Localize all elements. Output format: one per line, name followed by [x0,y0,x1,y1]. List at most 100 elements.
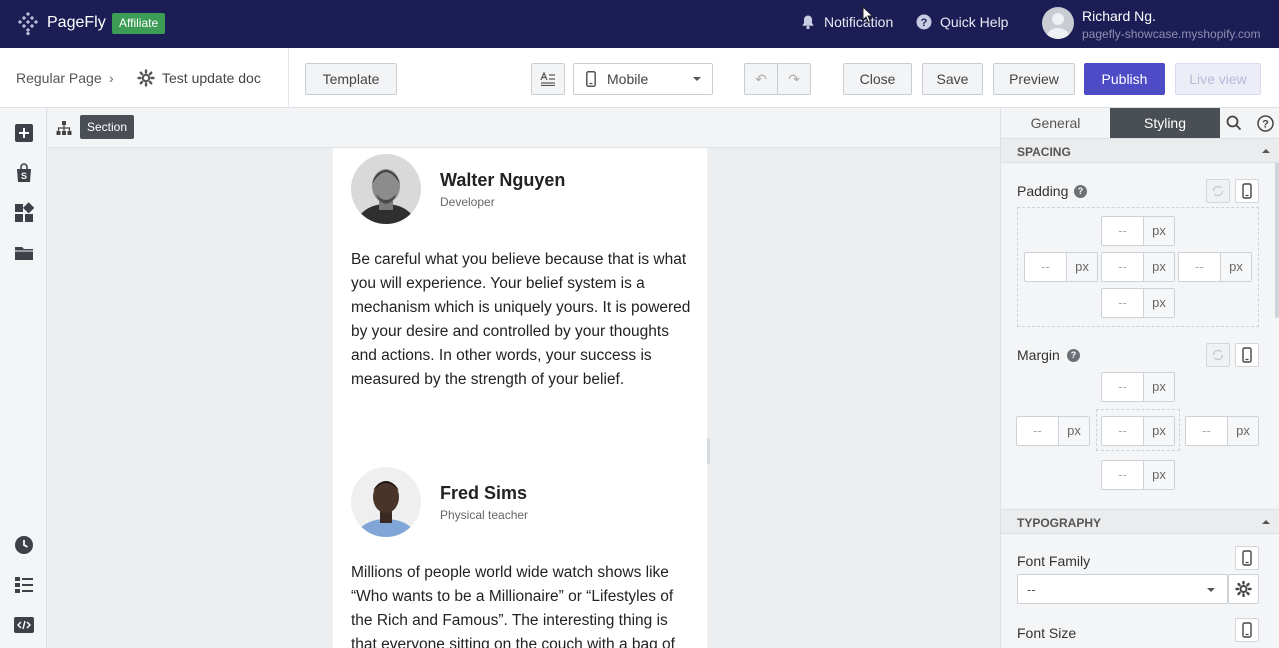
margin-center-value[interactable]: -- [1102,417,1144,445]
margin-left-value[interactable]: -- [1017,417,1059,445]
padding-label: Padding [1017,183,1069,199]
toolbar-divider [288,48,289,108]
margin-help-icon[interactable]: ? [1067,349,1080,362]
save-button[interactable]: Save [922,63,983,95]
padding-device-button[interactable] [1235,179,1259,203]
margin-reset-button[interactable] [1206,343,1230,367]
margin-top-value[interactable]: -- [1102,373,1144,401]
typography-group-header[interactable]: TYPOGRAPHY [1001,509,1279,534]
padding-bottom-unit[interactable]: px [1144,289,1174,317]
user-name[interactable]: Richard Ng. [1082,8,1156,24]
font-size-device-button[interactable] [1235,618,1259,642]
padding-left-unit[interactable]: px [1067,253,1097,281]
margin-device-button[interactable] [1235,343,1259,367]
spacing-group-header[interactable]: SPACING [1001,138,1279,163]
device-selector[interactable]: Mobile [573,63,713,95]
code-editor-icon[interactable] [13,614,35,636]
outline-list-icon[interactable] [13,574,35,596]
font-family-device-button[interactable] [1235,546,1259,570]
user-silhouette-icon [1047,13,1069,39]
breadcrumb-page-name[interactable]: Test update doc [162,70,261,86]
search-icon[interactable] [1226,115,1242,131]
margin-bottom-value[interactable]: -- [1102,461,1144,489]
person-photo-icon [351,154,421,224]
mobile-phone-icon [1242,347,1252,363]
history-clock-icon[interactable] [13,534,35,556]
tab-general[interactable]: General [1001,108,1110,139]
affiliate-badge[interactable]: Affiliate [112,13,166,34]
margin-left-unit[interactable]: px [1059,417,1089,445]
editor-canvas[interactable]: Section Walter Nguyen Developer Be caref… [48,108,1000,648]
margin-right-value[interactable]: -- [1186,417,1228,445]
padding-left-input[interactable]: -- px [1024,252,1098,282]
tab-styling[interactable]: Styling [1110,108,1220,139]
add-element-icon[interactable] [13,122,35,144]
font-family-select[interactable]: -- [1017,574,1228,604]
padding-top-unit[interactable]: px [1144,217,1174,245]
font-settings-button[interactable] [1228,574,1259,604]
margin-bottom-unit[interactable]: px [1144,461,1174,489]
margin-right-unit[interactable]: px [1228,417,1258,445]
padding-center-unit[interactable]: px [1144,253,1174,281]
margin-top-input[interactable]: -- px [1101,372,1175,402]
sections-grid-icon[interactable] [13,202,35,224]
section-breadcrumb[interactable]: Section [80,115,135,139]
padding-center-value[interactable]: -- [1102,253,1144,281]
close-button[interactable]: Close [843,63,912,95]
caret-down-icon [1207,588,1215,592]
mobile-preview-frame[interactable]: Walter Nguyen Developer Be careful what … [333,148,707,648]
undo-button[interactable]: ↶ [744,63,778,95]
padding-bottom-value[interactable]: -- [1102,289,1144,317]
padding-top-input[interactable]: -- px [1101,216,1175,246]
padding-right-value[interactable]: -- [1179,253,1221,281]
properties-panel: General Styling ? SPACING Padding ? -- px… [1000,108,1279,648]
mobile-phone-icon [1242,622,1252,638]
caret-up-icon [1262,520,1270,524]
text-align-button[interactable] [531,63,565,95]
mobile-phone-icon [1242,550,1252,566]
folder-icon[interactable] [13,242,35,264]
editor-toolbar: Regular Page › Test update doc Template … [0,48,1279,108]
person-photo-icon [351,467,421,537]
template-button[interactable]: Template [305,63,397,95]
testimonial-name: Walter Nguyen [440,170,566,190]
padding-center-input[interactable]: -- px [1101,252,1175,282]
padding-reset-button[interactable] [1206,179,1230,203]
gear-icon [1235,580,1252,598]
padding-help-icon[interactable]: ? [1074,185,1087,198]
brand-name[interactable]: PageFly [47,14,106,32]
caret-up-icon [1262,149,1270,153]
margin-right-input[interactable]: -- px [1185,416,1259,446]
publish-button[interactable]: Publish [1084,63,1165,95]
quick-help-button[interactable]: ? Quick Help [916,14,1008,30]
testimonial-name: Fred Sims [440,483,528,503]
margin-left-input[interactable]: -- px [1016,416,1090,446]
breadcrumb-page-type[interactable]: Regular Page [16,70,102,86]
pagefly-logo-icon[interactable] [16,12,40,36]
user-avatar[interactable] [1042,7,1074,39]
padding-top-value[interactable]: -- [1102,217,1144,245]
gear-icon[interactable] [137,69,155,87]
padding-right-unit[interactable]: px [1221,253,1251,281]
preview-button[interactable]: Preview [993,63,1075,95]
help-circle-icon[interactable]: ? [1257,115,1274,132]
live-view-button[interactable]: Live view [1175,63,1261,95]
shopify-bag-icon[interactable]: S [13,162,35,184]
panel-scrollbar[interactable] [1275,148,1279,318]
padding-left-value[interactable]: -- [1025,253,1067,281]
margin-center-input[interactable]: -- px [1101,416,1175,446]
svg-text:?: ? [921,17,928,29]
caret-down-icon [693,77,701,81]
redo-button[interactable]: ↷ [777,63,811,95]
margin-top-unit[interactable]: px [1144,373,1174,401]
padding-right-input[interactable]: -- px [1178,252,1252,282]
notification-button[interactable]: Notification [800,14,893,30]
padding-bottom-input[interactable]: -- px [1101,288,1175,318]
testimonial-role: Physical teacher [440,508,529,522]
margin-center-unit[interactable]: px [1144,417,1174,445]
svg-text:?: ? [1262,119,1269,131]
frame-resize-handle[interactable] [707,438,710,464]
margin-bottom-input[interactable]: -- px [1101,460,1175,490]
testimonial-quote: Be careful what you believe because that… [351,251,691,388]
sitemap-tree-icon[interactable] [56,120,72,136]
